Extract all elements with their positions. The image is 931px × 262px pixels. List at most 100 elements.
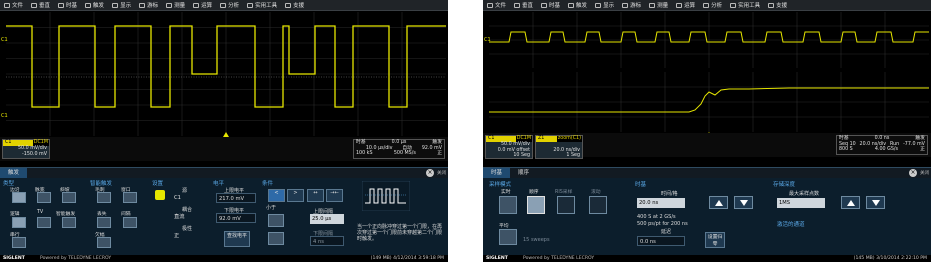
arrow-down-icon — [740, 200, 748, 206]
source-select[interactable]: C1 — [172, 193, 204, 203]
trigger-type-glitch[interactable] — [97, 192, 111, 203]
lower-level-input[interactable]: 92.0 mV — [216, 213, 256, 223]
menu-timebase[interactable]: 时基 — [537, 0, 564, 11]
c1-descriptor[interactable]: C1 DC1M 50.0 mV/div -150.0 mV — [2, 139, 50, 159]
average-toggle[interactable] — [499, 229, 517, 245]
c1-descriptor[interactable]: C1 DC1M 50.0 mV/div 0.0 mV offset 10 Seg — [485, 135, 533, 159]
math-icon — [676, 2, 683, 8]
menu-vertical[interactable]: 垂直 — [27, 0, 54, 11]
time-per-div-input[interactable]: 20.0 ns — [637, 198, 685, 208]
max-samples-select[interactable]: 1MS — [777, 198, 825, 208]
tdiv-down-button[interactable] — [734, 196, 753, 209]
z1-descriptor[interactable]: Z1 zoom(C1) 20.0 ns/div 1 Seg — [535, 135, 583, 159]
polarity-select[interactable]: 正 — [172, 231, 204, 241]
trigger-type-tv[interactable] — [97, 217, 111, 228]
trigger-type-window[interactable] — [123, 192, 137, 203]
menu-trigger[interactable]: 触发 — [564, 0, 591, 11]
tab-trigger[interactable]: 触发 — [0, 168, 28, 178]
menu-measure[interactable]: 测量 — [162, 0, 189, 11]
in-range-button[interactable]: ↔ — [307, 189, 324, 202]
menu-trigger[interactable]: 触发 — [81, 0, 108, 11]
less-than-button[interactable]: < — [268, 189, 285, 202]
cursor-icon — [622, 2, 629, 8]
upper-level-input[interactable]: 217.0 mV — [216, 193, 256, 203]
grid-lines — [6, 12, 446, 136]
coupling-select[interactable]: 直流 — [172, 212, 204, 222]
arrow-down-icon — [872, 200, 880, 206]
arrow-up-icon — [715, 200, 723, 206]
menu-math[interactable]: 运算 — [672, 0, 699, 11]
tab-timebase[interactable]: 时基 — [483, 168, 511, 178]
trigger-dialog: 触发 × 关闭 类型 智能触发 边沿 脉宽 斜坡 毛刺 窗口 逻辑 TV 智能触… — [0, 167, 448, 255]
menu-file[interactable]: 文件 — [0, 0, 27, 11]
timebase-icon — [541, 2, 548, 8]
menu-bar: 文件 垂直 时基 触发 显示 游标 测量 运算 分析 实用工具 支援 — [483, 0, 931, 11]
vertical-icon — [514, 2, 521, 8]
zoom-grid[interactable] — [489, 72, 929, 132]
menu-utilities[interactable]: 实用工具 — [243, 0, 281, 11]
analysis-icon — [220, 2, 227, 8]
trigger-type-slew[interactable] — [62, 192, 76, 203]
c1-marker: C1 — [484, 37, 491, 43]
find-level-button[interactable]: 查找电平 — [224, 231, 250, 247]
trigger-type-serial[interactable] — [12, 237, 26, 248]
close-icon[interactable]: × — [426, 169, 434, 177]
menu-measure[interactable]: 测量 — [645, 0, 672, 11]
menu-support[interactable]: 支援 — [764, 0, 791, 11]
memory-up-button[interactable] — [841, 196, 860, 209]
support-icon — [768, 2, 775, 8]
mode-ris[interactable] — [557, 196, 575, 214]
set-zero-button[interactable]: 设置归零 — [705, 232, 725, 248]
trigger-type-dropout[interactable] — [97, 237, 111, 248]
setup-title: 设置 — [152, 181, 164, 187]
file-icon — [4, 2, 10, 8]
scope-screen-left: 文件 垂直 时基 触发 显示 游标 测量 运算 分析 实用工具 支援 C1 C1… — [0, 0, 448, 262]
menu-cursors[interactable]: 游标 — [135, 0, 162, 11]
menu-support[interactable]: 支援 — [281, 0, 308, 11]
menu-cursors[interactable]: 游标 — [618, 0, 645, 11]
timebase-trigger-descriptor[interactable]: 时基 0.0 ns 触发 Seq 10 20.0 ns/div Run -77.0 mV … — [836, 135, 928, 155]
trigger-type-logic[interactable] — [37, 217, 51, 228]
c1-segments-grid[interactable] — [489, 12, 929, 68]
trigger-type-width[interactable] — [37, 192, 51, 203]
utilities-icon — [247, 2, 254, 8]
mode-sequence[interactable] — [527, 196, 545, 214]
timebase-trigger-descriptor[interactable]: 时基 0.0 μs 触发 10.0 μs/div 自动 92.0 mV 100 kS 50… — [353, 139, 445, 159]
menu-analysis[interactable]: 分析 — [216, 0, 243, 11]
menu-analysis[interactable]: 分析 — [699, 0, 726, 11]
memory-down-button[interactable] — [866, 196, 885, 209]
activate-channels-title: 激活的通道 — [777, 222, 805, 228]
scope-screen-right: 文件 垂直 时基 触发 显示 游标 测量 运算 分析 实用工具 支援 C1 C1… — [483, 0, 931, 262]
lower-interval-input[interactable]: 4 ns — [310, 236, 344, 246]
tab-sequence[interactable]: 顺序 — [510, 168, 537, 178]
mode-roll[interactable] — [589, 196, 607, 214]
sample-rate-info: 400 S at 2 GS/s — [637, 214, 676, 220]
trigger-type-edge[interactable] — [12, 192, 26, 203]
trigger-type-interval[interactable] — [12, 217, 26, 228]
pulse-diagram — [362, 181, 410, 211]
status-bar: SIGLENT Powered by TELEDYNE LECROY (149 … — [0, 255, 448, 262]
menu-display[interactable]: 显示 — [591, 0, 618, 11]
measure-icon — [166, 2, 173, 8]
menu-timebase[interactable]: 时基 — [54, 0, 81, 11]
close-icon[interactable]: × — [909, 169, 917, 177]
c1-grid-lines — [489, 12, 929, 68]
waveform-grid[interactable] — [6, 12, 446, 136]
menu-utilities[interactable]: 实用工具 — [726, 0, 764, 11]
menu-math[interactable]: 运算 — [189, 0, 216, 11]
out-of-range-button[interactable]: →← — [326, 189, 343, 202]
delay-input[interactable]: 0.0 ns — [637, 236, 685, 246]
tdiv-up-button[interactable] — [709, 196, 728, 209]
menu-file[interactable]: 文件 — [483, 0, 510, 11]
mode-realtime[interactable] — [499, 196, 517, 214]
trigger-type-smart[interactable] — [123, 217, 137, 228]
menu-vertical[interactable]: 垂直 — [510, 0, 537, 11]
pulse-icon-1 — [268, 214, 284, 227]
channel-marker: C1 — [1, 37, 8, 43]
trigger-type-runt[interactable] — [62, 217, 76, 228]
upper-interval-input[interactable]: 25.0 μs — [310, 214, 344, 224]
greater-than-button[interactable]: > — [287, 189, 304, 202]
file-icon — [487, 2, 493, 8]
menu-display[interactable]: 显示 — [108, 0, 135, 11]
sweeps-field[interactable]: 15 sweeps — [523, 237, 550, 243]
